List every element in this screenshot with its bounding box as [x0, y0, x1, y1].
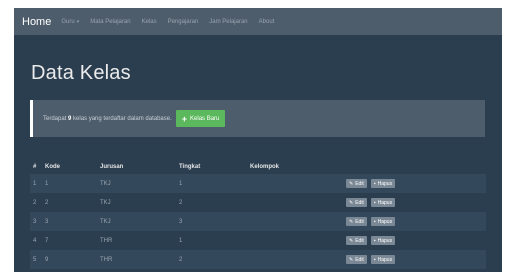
navbar-brand[interactable]: Home: [22, 16, 51, 28]
edit-icon: ✎: [349, 218, 354, 225]
delete-button[interactable]: ▪ Hapus: [370, 236, 396, 245]
nav-item-kelas[interactable]: Kelas: [142, 19, 157, 25]
cell-tingkat: 2: [179, 256, 183, 263]
cell-tingkat: 3: [179, 218, 183, 225]
cell-num: 1: [33, 180, 37, 187]
cell-kode: 2: [45, 199, 49, 206]
class-table: # Kode Jurusan Tingkat Kelompok 1 1 TKJ …: [30, 160, 486, 269]
table-row: 1 1 TKJ 1 ✎ Edit ▪ Hapus: [30, 174, 486, 193]
edit-button[interactable]: ✎ Edit: [346, 255, 367, 264]
header-num: #: [33, 164, 37, 170]
nav-item-about[interactable]: About: [259, 19, 275, 25]
alert-suffix: kelas yang terdaftar dalam database.: [73, 115, 172, 122]
add-class-button[interactable]: + Kelas Baru: [175, 110, 226, 127]
nav-item-jam-pelajaran[interactable]: Jam Pelajaran: [209, 19, 247, 25]
header-jurusan: Jurusan: [100, 164, 124, 170]
edit-label: Edit: [355, 237, 364, 244]
delete-label: Hapus: [377, 256, 393, 263]
row-actions: ✎ Edit ▪ Hapus: [346, 179, 399, 188]
cell-tingkat: 2: [179, 199, 183, 206]
cell-num: 3: [33, 218, 37, 225]
cell-tingkat: 1: [179, 237, 183, 244]
delete-button[interactable]: ▪ Hapus: [370, 255, 396, 264]
row-actions: ✎ Edit ▪ Hapus: [346, 217, 399, 226]
table-row: 2 2 TKJ 2 ✎ Edit ▪ Hapus: [30, 193, 486, 212]
edit-label: Edit: [355, 180, 364, 187]
delete-label: Hapus: [377, 199, 393, 206]
cell-jurusan: THR: [100, 256, 113, 263]
delete-label: Hapus: [377, 218, 393, 225]
edit-button[interactable]: ✎ Edit: [346, 236, 367, 245]
header-kode: Kode: [45, 164, 60, 170]
app-window: Home Guru ▾ Mata Pelajaran Kelas Pengaja…: [14, 8, 502, 272]
nav-item-guru[interactable]: Guru ▾: [61, 19, 79, 25]
delete-label: Hapus: [377, 180, 393, 187]
delete-label: Hapus: [377, 237, 393, 244]
plus-icon: +: [181, 113, 188, 124]
edit-icon: ✎: [349, 180, 354, 187]
cell-jurusan: TKJ: [100, 218, 111, 225]
trash-icon: ▪: [373, 180, 376, 187]
trash-icon: ▪: [373, 218, 376, 225]
caret-down-icon: ▾: [76, 18, 80, 25]
cell-jurusan: TKJ: [100, 199, 111, 206]
edit-label: Edit: [355, 256, 364, 263]
class-count: 9: [68, 115, 72, 122]
edit-button[interactable]: ✎ Edit: [346, 217, 367, 226]
nav-item-pengajaran[interactable]: Pengajaran: [168, 19, 199, 25]
alert-text: Terdapat 9 kelas yang terdaftar dalam da…: [43, 116, 172, 122]
edit-button[interactable]: ✎ Edit: [346, 198, 367, 207]
delete-button[interactable]: ▪ Hapus: [370, 217, 396, 226]
delete-button[interactable]: ▪ Hapus: [370, 179, 396, 188]
table-row: 4 7 THR 1 ✎ Edit ▪ Hapus: [30, 231, 486, 250]
row-actions: ✎ Edit ▪ Hapus: [346, 236, 399, 245]
cell-tingkat: 1: [179, 180, 183, 187]
nav-item-mata-pelajaran[interactable]: Mata Pelajaran: [90, 19, 130, 25]
table-row: 5 9 THR 2 ✎ Edit ▪ Hapus: [30, 250, 486, 269]
edit-icon: ✎: [349, 199, 354, 206]
header-tingkat: Tingkat: [179, 164, 201, 170]
cell-kode: 1: [45, 180, 49, 187]
cell-jurusan: THR: [100, 237, 113, 244]
nav-item-label: Guru: [61, 18, 75, 25]
cell-num: 5: [33, 256, 37, 263]
trash-icon: ▪: [373, 199, 376, 206]
navbar: Home Guru ▾ Mata Pelajaran Kelas Pengaja…: [14, 8, 502, 35]
row-actions: ✎ Edit ▪ Hapus: [346, 198, 399, 207]
table-row: 3 3 TKJ 3 ✎ Edit ▪ Hapus: [30, 212, 486, 231]
alert-prefix: Terdapat: [43, 115, 67, 122]
info-alert: Terdapat 9 kelas yang terdaftar dalam da…: [30, 100, 485, 137]
trash-icon: ▪: [373, 256, 376, 263]
delete-button[interactable]: ▪ Hapus: [370, 198, 396, 207]
edit-icon: ✎: [349, 256, 354, 263]
trash-icon: ▪: [373, 237, 376, 244]
add-class-label: Kelas Baru: [190, 115, 220, 122]
cell-num: 4: [33, 237, 37, 244]
cell-kode: 7: [45, 237, 49, 244]
row-actions: ✎ Edit ▪ Hapus: [346, 255, 399, 264]
cell-jurusan: TKJ: [100, 180, 111, 187]
cell-kode: 3: [45, 218, 49, 225]
edit-label: Edit: [355, 218, 364, 225]
cell-kode: 9: [45, 256, 49, 263]
page-title: Data Kelas: [31, 62, 131, 84]
header-kelompok: Kelompok: [250, 164, 280, 170]
edit-label: Edit: [355, 199, 364, 206]
cell-num: 2: [33, 199, 37, 206]
edit-icon: ✎: [349, 237, 354, 244]
table-header: # Kode Jurusan Tingkat Kelompok: [30, 160, 486, 174]
edit-button[interactable]: ✎ Edit: [346, 179, 367, 188]
